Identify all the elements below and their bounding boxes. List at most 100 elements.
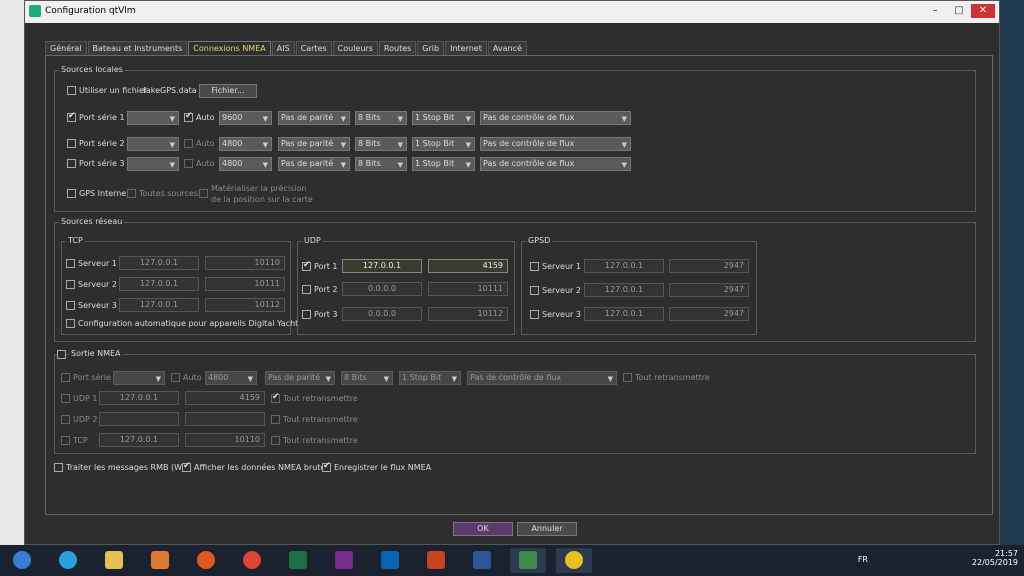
udp-port-1-port[interactable]: 4159 — [428, 259, 508, 273]
tcp-server-2-port[interactable]: 10111 — [205, 277, 285, 291]
tab-routes[interactable]: Routes — [378, 41, 417, 55]
udp-port-2-port[interactable]: 10111 — [428, 282, 508, 296]
qtvlm-monitor-icon[interactable] — [510, 548, 546, 573]
port-2-baud[interactable]: 4800 ▼ — [219, 137, 272, 151]
out-udp1-tout-checkbox[interactable] — [271, 392, 280, 403]
port-1-stop[interactable]: 1 Stop Bit ▼ — [412, 111, 475, 125]
udp-port-1-ip[interactable]: 127.0.0.1 — [342, 259, 422, 273]
minimize-icon[interactable]: – — [923, 4, 947, 18]
powerpoint-icon[interactable] — [418, 548, 454, 573]
gpsd-server-3-port[interactable]: 2947 — [669, 307, 749, 321]
gpsd-server-2-port[interactable]: 2947 — [669, 283, 749, 297]
udp-port-3-port[interactable]: 10112 — [428, 307, 508, 321]
port-1-auto-checkbox[interactable] — [184, 111, 193, 122]
out-stop[interactable]: 1 Stop Bit ▼ — [399, 371, 461, 385]
gpsd-server-2-ip[interactable]: 127.0.0.1 — [584, 283, 664, 297]
tab-cartes[interactable]: Cartes — [295, 41, 332, 55]
udp-port-2-ip[interactable]: 0.0.0.0 — [342, 282, 422, 296]
gpsd-server-1-ip[interactable]: 127.0.0.1 — [584, 259, 664, 273]
port-1-parity[interactable]: Pas de parité ▼ — [278, 111, 350, 125]
port-2-bits[interactable]: 8 Bits ▼ — [355, 137, 407, 151]
out-flow[interactable]: Pas de contrôle de flux ▼ — [467, 371, 617, 385]
port-2-stop[interactable]: 1 Stop Bit ▼ — [412, 137, 475, 151]
out-serial-checkbox[interactable] — [61, 373, 70, 382]
chrome-icon[interactable] — [234, 548, 270, 573]
out-tcp-ip[interactable]: 127.0.0.1 — [99, 433, 179, 447]
tab-internet[interactable]: Internet — [445, 41, 487, 55]
close-icon[interactable]: ✕ — [971, 4, 995, 18]
out-udp2-tout-checkbox[interactable] — [271, 415, 280, 424]
explorer-icon[interactable] — [96, 548, 132, 573]
tcp-server-1-checkbox[interactable] — [66, 259, 75, 268]
tcp-server-2-checkbox[interactable] — [66, 280, 75, 289]
port-1-checkbox[interactable] — [67, 111, 76, 122]
materialiser-checkbox[interactable] — [199, 189, 208, 198]
tcp-server-1-port[interactable]: 10110 — [205, 256, 285, 270]
port-1-bits[interactable]: 8 Bits ▼ — [355, 111, 407, 125]
udp-port-3-ip[interactable]: 0.0.0.0 — [342, 307, 422, 321]
out-serial-select[interactable]: ▼ — [113, 371, 165, 385]
tab-ais[interactable]: AIS — [271, 41, 295, 55]
out-udp2-port[interactable] — [185, 412, 265, 426]
file-button[interactable]: Fichier... — [199, 84, 257, 98]
maximize-icon[interactable]: □ — [947, 4, 971, 18]
gpsd-server-3-ip[interactable]: 127.0.0.1 — [584, 307, 664, 321]
onenote-icon[interactable] — [326, 548, 362, 573]
out-udp2-checkbox[interactable] — [61, 415, 70, 424]
out-udp1-port[interactable]: 4159 — [185, 391, 265, 405]
language-indicator[interactable]: FR — [858, 555, 868, 564]
port-3-parity[interactable]: Pas de parité ▼ — [278, 157, 350, 171]
out-tcp-port[interactable]: 10110 — [185, 433, 265, 447]
excel-icon[interactable] — [280, 548, 316, 573]
port-2-checkbox[interactable] — [67, 139, 76, 148]
port-2-auto-checkbox[interactable] — [184, 139, 193, 148]
tab-general[interactable]: Général — [45, 41, 87, 55]
title-bar[interactable]: Configuration qtVlm – □ ✕ — [25, 1, 999, 23]
use-file-checkbox[interactable] — [67, 86, 76, 95]
digital-yacht-checkbox[interactable] — [66, 319, 75, 328]
word-icon[interactable] — [464, 548, 500, 573]
out-udp1-ip[interactable]: 127.0.0.1 — [99, 391, 179, 405]
port-1-select[interactable]: ▼ — [127, 111, 179, 125]
out-bits[interactable]: 8 Bits ▼ — [341, 371, 393, 385]
tab-avance[interactable]: Avancé — [487, 41, 527, 55]
udp-port-3-checkbox[interactable] — [302, 310, 311, 319]
ie-icon[interactable] — [50, 548, 86, 573]
tab-grib[interactable]: Grib — [417, 41, 445, 55]
port-3-auto-checkbox[interactable] — [184, 159, 193, 168]
port-3-select[interactable]: ▼ — [127, 157, 179, 171]
out-udp1-checkbox[interactable] — [61, 394, 70, 403]
gpsd-server-2-checkbox[interactable] — [530, 286, 539, 295]
tcp-server-3-checkbox[interactable] — [66, 301, 75, 310]
udp-port-2-checkbox[interactable] — [302, 285, 311, 294]
toutes-sources-checkbox[interactable] — [127, 189, 136, 198]
nmea-output-checkbox[interactable] — [57, 350, 66, 359]
media-player-icon[interactable] — [142, 548, 178, 573]
gpsd-server-1-port[interactable]: 2947 — [669, 259, 749, 273]
gpsd-server-1-checkbox[interactable] — [530, 262, 539, 271]
clock-time[interactable]: 21:57 — [972, 549, 1018, 558]
port-1-flow[interactable]: Pas de contrôle de flux ▼ — [480, 111, 631, 125]
out-udp2-ip[interactable] — [99, 412, 179, 426]
out-tcp-checkbox[interactable] — [61, 436, 70, 445]
firefox-icon[interactable] — [188, 548, 224, 573]
afficher-nmea-checkbox[interactable] — [182, 461, 191, 472]
port-2-select[interactable]: ▼ — [127, 137, 179, 151]
gpsd-server-3-checkbox[interactable] — [530, 310, 539, 319]
out-parity[interactable]: Pas de parité ▼ — [265, 371, 335, 385]
port-2-parity[interactable]: Pas de parité ▼ — [278, 137, 350, 151]
port-3-flow[interactable]: Pas de contrôle de flux ▼ — [480, 157, 631, 171]
outlook-icon[interactable] — [372, 548, 408, 573]
tcp-server-1-ip[interactable]: 127.0.0.1 — [119, 256, 199, 270]
gps-interne-checkbox[interactable] — [67, 189, 76, 198]
port-2-flow[interactable]: Pas de contrôle de flux ▼ — [480, 137, 631, 151]
port-1-baud[interactable]: 9600 ▼ — [219, 111, 272, 125]
out-tcp-tout-checkbox[interactable] — [271, 436, 280, 445]
rmb-checkbox[interactable] — [54, 463, 63, 472]
clock-date[interactable]: 22/05/2019 — [972, 558, 1018, 567]
out-baud[interactable]: 4800 ▼ — [205, 371, 257, 385]
out-auto-checkbox[interactable] — [171, 373, 180, 382]
tcp-server-3-ip[interactable]: 127.0.0.1 — [119, 298, 199, 312]
enregistrer-nmea-checkbox[interactable] — [322, 461, 331, 472]
port-3-baud[interactable]: 4800 ▼ — [219, 157, 272, 171]
